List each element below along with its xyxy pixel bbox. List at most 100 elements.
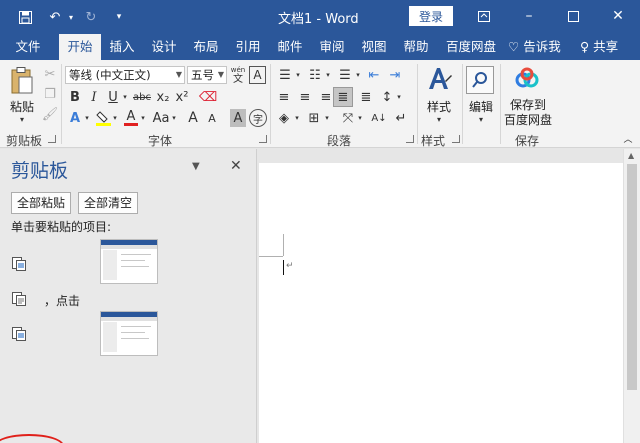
tab-references[interactable]: 引用 [228,34,268,60]
highlight-icon[interactable] [95,109,111,127]
share-button[interactable]: ♀ 共享 [580,34,618,60]
font-size-combo[interactable]: 五号 ▼ [187,66,227,84]
chevron-down-icon[interactable]: ▾ [395,90,403,104]
font-launcher-icon[interactable] [259,135,267,143]
enclose-characters-icon[interactable]: 字 [249,109,267,127]
chevron-down-icon[interactable]: ▾ [293,111,301,125]
sort-icon[interactable]: A↓ [370,109,388,127]
underline-icon[interactable]: U [105,88,121,106]
customize-qat-icon[interactable]: ▾ [108,6,130,28]
line-spacing-icon[interactable]: ↕ [378,88,396,106]
login-button[interactable]: 登录 [409,6,453,26]
align-center-icon[interactable]: ≡ [296,88,314,106]
chevron-down-icon[interactable]: ▾ [60,6,82,28]
tab-file[interactable]: 文件 [6,34,50,60]
chevron-down-icon[interactable]: ▾ [433,114,445,124]
clipboard-item-thumbnail[interactable] [100,311,158,356]
styles-launcher-icon[interactable] [452,135,460,143]
save-to-baidu-button[interactable]: 保存到 百度网盘 [502,98,554,128]
clear-formatting-icon[interactable]: ⌫ [199,88,217,106]
chevron-down-icon[interactable]: ▾ [16,114,28,124]
tab-mailings[interactable]: 邮件 [270,34,310,60]
styles-icon[interactable] [424,64,454,94]
tab-insert[interactable]: 插入 [102,34,142,60]
chinese-layout-icon[interactable]: ⤧ [339,109,357,127]
tab-home[interactable]: 开始 [59,34,101,60]
change-case-icon[interactable]: Aa [151,109,171,127]
character-shading-icon[interactable]: A [230,109,246,127]
phonetic-guide-icon[interactable]: wén 文 [229,64,247,86]
decrease-indent-icon[interactable]: ⇤ [365,66,383,84]
tab-design[interactable]: 设计 [144,34,184,60]
chevron-down-icon[interactable]: ▾ [139,111,147,125]
ribbon-display-icon[interactable] [472,5,496,27]
tell-me-search[interactable]: ♡ 告诉我 [508,34,561,60]
tab-view[interactable]: 视图 [354,34,394,60]
paragraph-mark-icon[interactable]: ↵ [392,109,410,127]
chevron-down-icon[interactable]: ▾ [475,114,487,124]
redo-icon[interactable]: ↻ [80,6,102,28]
tab-layout[interactable]: 布局 [186,34,226,60]
vertical-scrollbar[interactable]: ▲ [623,149,640,443]
tab-baidu-netdisk[interactable]: 百度网盘 [440,34,502,60]
text-effects-icon[interactable]: A [67,109,83,127]
paste-button[interactable]: 粘贴 [8,98,36,115]
bullets-icon[interactable]: ☰ [275,66,295,84]
format-painter-icon[interactable]: 🖌 [42,106,59,122]
tab-review[interactable]: 审阅 [312,34,352,60]
character-border-icon[interactable]: A [249,66,266,84]
close-icon[interactable]: ✕ [606,5,630,27]
clipboard-launcher-icon[interactable] [48,135,56,143]
scrollbar-thumb[interactable] [627,164,637,390]
superscript-icon[interactable]: x² [174,88,190,106]
baidu-netdisk-icon[interactable] [513,66,541,92]
distributed-icon[interactable]: ≣ [357,88,375,106]
pane-options-icon[interactable]: ▼ [192,161,200,172]
paragraph-launcher-icon[interactable] [406,135,414,143]
shading-icon[interactable]: ◈ [275,109,293,127]
scroll-up-icon[interactable]: ▲ [628,151,634,160]
collapse-ribbon-icon[interactable]: ︿ [622,132,634,145]
subscript-icon[interactable]: x₂ [155,88,171,106]
strikethrough-icon[interactable]: abc [131,88,153,106]
italic-icon[interactable]: I [86,88,102,106]
save-icon[interactable] [14,6,36,28]
search-icon[interactable] [466,66,494,94]
chevron-down-icon[interactable]: ▾ [111,111,119,125]
numbering-icon[interactable]: ☷ [305,66,325,84]
styles-button[interactable]: 样式 [424,98,454,115]
styles-group-label: 样式 [421,134,446,148]
chevron-down-icon[interactable]: ▾ [356,111,364,125]
chevron-down-icon[interactable]: ▾ [294,68,302,82]
tab-help[interactable]: 帮助 [396,34,436,60]
chevron-down-icon[interactable]: ▾ [121,90,129,104]
chevron-down-icon[interactable]: ▾ [354,68,362,82]
justify-icon[interactable]: ≣ [333,87,353,107]
clipboard-item-text[interactable]: ，点击 [44,292,80,309]
copy-icon[interactable]: ❐ [42,86,58,102]
cut-icon[interactable]: ✂ [42,66,58,82]
chevron-down-icon[interactable]: ▾ [83,111,91,125]
paste-all-button[interactable]: 全部粘贴 [11,192,72,214]
shrink-font-icon[interactable]: A [204,109,220,127]
chevron-down-icon[interactable]: ▾ [170,111,178,125]
font-color-icon[interactable]: A [123,109,139,127]
paste-icon[interactable] [9,66,35,96]
multilevel-list-icon[interactable]: ☰ [335,66,355,84]
minimize-icon[interactable]: – [517,5,541,27]
clipboard-item-thumbnail[interactable] [100,239,158,284]
close-icon[interactable]: ✕ [230,158,242,174]
grow-font-icon[interactable]: A [185,109,201,127]
borders-icon[interactable]: ⊞ [305,109,323,127]
maximize-icon[interactable] [561,5,585,27]
ribbon: 粘贴 ▾ ✂ ❐ 🖌 剪贴板 等线 (中文正文) ▼ 五号 ▼ wén 文 A … [0,60,640,148]
align-left-icon[interactable]: ≡ [275,88,293,106]
editing-button[interactable]: 编辑 [466,98,496,115]
bold-icon[interactable]: B [67,88,83,106]
document-page[interactable] [259,163,623,443]
chevron-down-icon[interactable]: ▾ [324,68,332,82]
font-name-combo[interactable]: 等线 (中文正文) ▼ [65,66,185,84]
clear-all-button[interactable]: 全部清空 [78,192,139,214]
chevron-down-icon[interactable]: ▾ [323,111,331,125]
increase-indent-icon[interactable]: ⇥ [386,66,404,84]
